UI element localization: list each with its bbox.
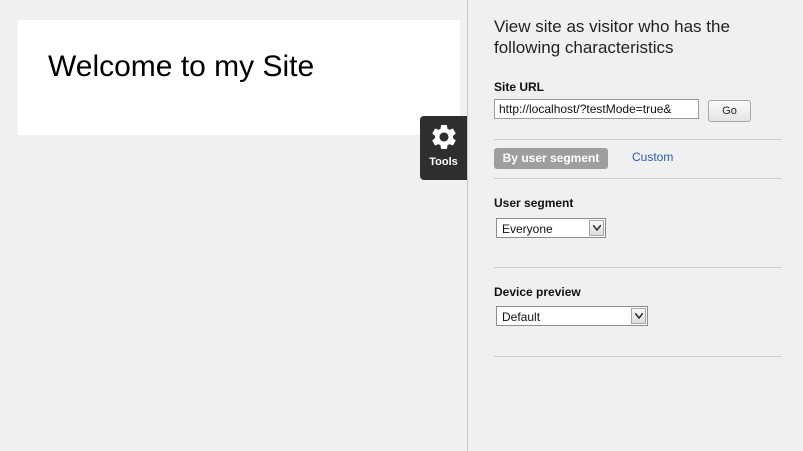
tab-by-user-segment[interactable]: By user segment [494,148,608,169]
site-welcome-title: Welcome to my Site [48,50,315,83]
divider [494,178,782,179]
chevron-down-icon [593,225,601,231]
divider [494,267,782,268]
dropdown-arrow [631,308,646,324]
user-segment-label: User segment [494,196,574,210]
divider [494,356,782,357]
device-preview-value: Default [502,310,541,324]
site-url-label: Site URL [494,80,545,94]
user-segment-value: Everyone [502,222,553,236]
dropdown-arrow [589,220,604,236]
welcome-banner: Welcome to my Site [18,20,460,135]
device-preview-label: Device preview [494,285,581,299]
tools-label: Tools [429,156,458,168]
preview-settings-panel: View site as visitor who has the followi… [468,0,803,451]
panel-heading: View site as visitor who has the followi… [494,17,730,57]
tools-button[interactable]: Tools [420,116,467,180]
tab-custom[interactable]: Custom [632,150,673,164]
device-preview-select[interactable]: Default [496,306,648,326]
user-segment-select[interactable]: Everyone [496,218,606,238]
chevron-down-icon [635,313,643,319]
site-url-input[interactable] [494,99,699,119]
divider [494,139,782,140]
gear-icon [432,125,456,149]
site-preview-area: Welcome to my Site [0,0,467,451]
go-button[interactable]: Go [708,100,751,122]
